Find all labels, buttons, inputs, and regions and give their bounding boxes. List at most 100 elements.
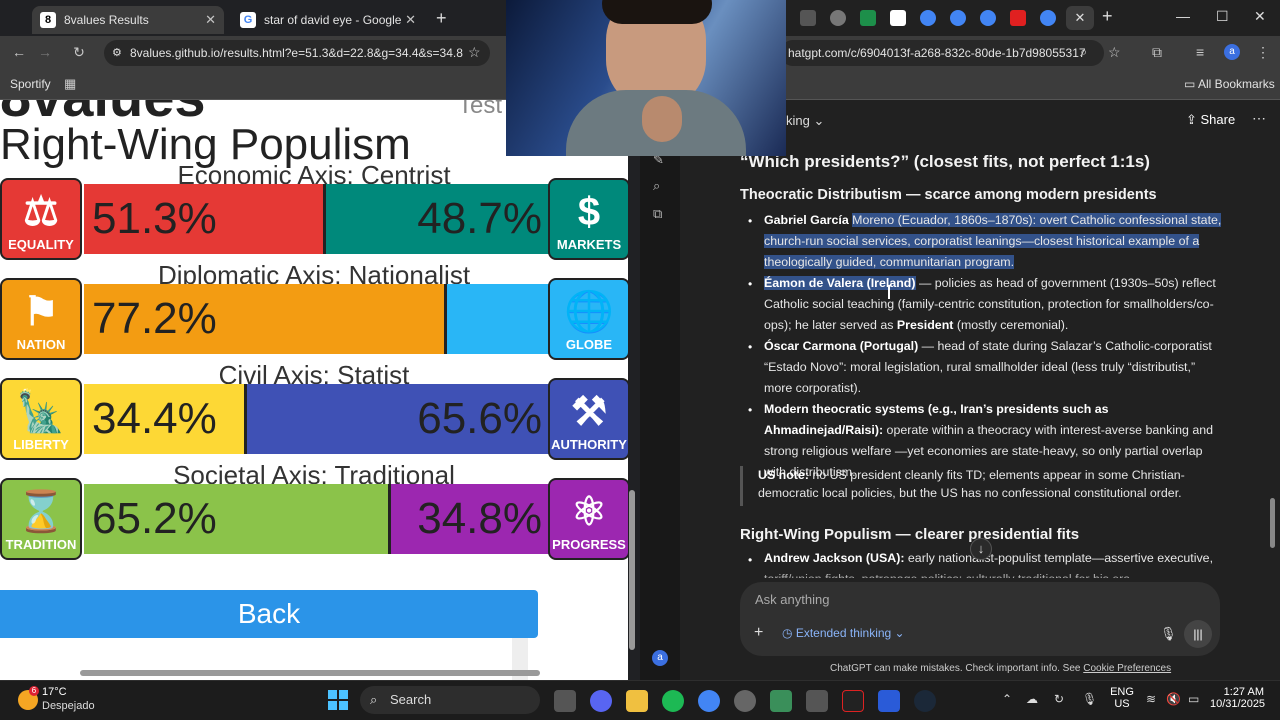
more-options-icon[interactable]: ⋯ <box>1252 110 1266 127</box>
model-selector[interactable]: king ⌄ <box>786 113 824 129</box>
tab-google-search[interactable]: G star of david eye - Google Sear ✕ <box>232 6 424 34</box>
steam-icon[interactable] <box>914 690 936 712</box>
discord-icon[interactable] <box>590 690 612 712</box>
axis-glyph-icon: ⚒ <box>571 390 607 434</box>
back-button[interactable]: Back <box>0 590 538 638</box>
plus-icon[interactable]: + <box>754 624 763 642</box>
tab-icon[interactable] <box>1040 10 1056 26</box>
bullet: • <box>748 214 753 228</box>
wifi-icon[interactable]: ≋ <box>1146 692 1156 706</box>
chevron-up-icon[interactable]: ⌃ <box>1002 692 1012 706</box>
url-bar[interactable]: ⚙ 8values.github.io/results.html?e=51.3&… <box>104 40 490 66</box>
profile-avatar[interactable]: a <box>1224 44 1240 60</box>
close-tab-icon[interactable]: ✕ <box>1066 6 1094 30</box>
axis-right-bar: 65.6% <box>244 384 550 454</box>
left-percent: 65.2% <box>92 494 217 543</box>
user-avatar[interactable]: a <box>652 650 668 666</box>
bullet: • <box>748 340 753 354</box>
time: 1:27 AM <box>1223 686 1264 698</box>
close-icon[interactable]: ✕ <box>405 12 416 28</box>
minimize-icon[interactable]: — <box>1176 8 1190 24</box>
cloud-icon[interactable]: ☁ <box>1026 692 1038 706</box>
all-bookmarks[interactable]: ▭ All Bookmarks <box>1184 77 1275 91</box>
search-icon[interactable]: ⌕ <box>1080 44 1087 60</box>
clock[interactable]: 1:27 AM 10/31/2025 <box>1210 686 1265 710</box>
bookmark-sportify[interactable]: Sportify <box>10 77 51 91</box>
maximize-icon[interactable]: ☐ <box>1216 8 1229 25</box>
section-heading-populism: Right-Wing Populism — clearer presidenti… <box>740 526 1080 543</box>
url-bar[interactable]: hatgpt.com/c/6904013f-a268-832c-80de-1b7… <box>780 40 1104 66</box>
icon-label: AUTHORITY <box>551 437 627 452</box>
markets-icon: $ MARKETS <box>548 178 628 260</box>
windows-start-icon[interactable] <box>328 690 348 710</box>
window-close-icon[interactable]: ✕ <box>1254 8 1266 25</box>
sync-icon[interactable]: ↻ <box>1054 692 1064 706</box>
new-tab-icon[interactable]: + <box>436 8 447 29</box>
8values-results-page: 8values Test Right-Wing Populism Economi… <box>0 100 628 680</box>
library-icon[interactable]: ⧉ <box>653 206 662 222</box>
prompt-box[interactable]: Ask anything + ◷ Extended thinking ⌄ 🎙 |… <box>740 582 1220 656</box>
right-percent: 48.7% <box>417 194 542 243</box>
voice-mode-icon[interactable]: ||| <box>1184 620 1212 648</box>
microphone-icon[interactable]: 🎙 <box>1082 692 1097 706</box>
tab-icon[interactable] <box>800 10 816 26</box>
icon-label: PROGRESS <box>552 537 626 552</box>
spotify-icon[interactable] <box>662 690 684 712</box>
left-percent: 77.2% <box>92 294 217 343</box>
menu-dots-icon[interactable]: ⋮ <box>1256 44 1270 61</box>
close-icon[interactable]: ✕ <box>205 12 216 28</box>
bullet-cut: tariff/union fights, patronage politics;… <box>764 569 1224 578</box>
horizontal-scrollbar[interactable] <box>80 670 540 676</box>
axis-glyph-icon: ⚛ <box>571 490 607 534</box>
back-arrow-icon[interactable]: ← <box>10 44 28 60</box>
taskbar-search[interactable]: ⌕ Search <box>360 686 540 714</box>
new-tab-icon[interactable]: + <box>1102 6 1113 27</box>
search-icon[interactable]: ⌕ <box>653 178 660 194</box>
battery-icon[interactable]: ▭ <box>1188 692 1199 706</box>
tab-icon[interactable] <box>830 10 846 26</box>
extended-thinking-toggle[interactable]: ◷ Extended thinking ⌄ <box>782 626 905 640</box>
chrome-icon[interactable] <box>698 690 720 712</box>
test-link[interactable]: Test <box>458 100 502 120</box>
bullet-text: early nationalist-populist template—asse… <box>904 551 1214 565</box>
vertical-scrollbar[interactable] <box>629 490 635 650</box>
tab-icon[interactable] <box>980 10 996 26</box>
app-icon[interactable] <box>878 690 900 712</box>
tab-8values-results[interactable]: 8 8values Results ✕ <box>32 6 224 34</box>
left-percent: 51.3% <box>92 194 217 243</box>
star-icon[interactable]: ☆ <box>1108 44 1121 61</box>
tab-icon[interactable] <box>890 10 906 26</box>
forward-arrow-icon[interactable]: → <box>36 44 54 60</box>
section-heading-theocratic: Theocratic Distributism — scarce among m… <box>740 187 1157 203</box>
grid-apps-icon[interactable]: ▦ <box>64 76 76 92</box>
star-icon[interactable]: ☆ <box>468 44 481 61</box>
prompt-input[interactable]: Ask anything <box>755 592 829 607</box>
app-icon[interactable] <box>734 690 756 712</box>
bullet-name: Andrew Jackson (USA): <box>764 551 905 565</box>
media-icon[interactable]: ≡ <box>1196 44 1204 60</box>
tab-icon[interactable] <box>920 10 936 26</box>
language-indicator[interactable]: ENG US <box>1110 686 1134 710</box>
scroll-down-icon[interactable]: ↓ <box>970 538 992 560</box>
chat-scrollbar[interactable] <box>1270 498 1275 548</box>
cookie-link[interactable]: Cookie Preferences <box>1083 663 1171 674</box>
progress-icon: ⚛ PROGRESS <box>548 478 628 560</box>
app-icon[interactable] <box>806 690 828 712</box>
share-button[interactable]: ⇪ Share <box>1186 112 1235 128</box>
task-view-icon[interactable] <box>554 690 576 712</box>
lang-primary: ENG <box>1110 686 1134 698</box>
microphone-icon[interactable]: 🎙 <box>1160 626 1177 642</box>
app-icon[interactable] <box>770 690 792 712</box>
extensions-icon[interactable]: ⧉ <box>1152 44 1162 61</box>
file-explorer-icon[interactable] <box>626 690 648 712</box>
bullet: • <box>748 277 753 291</box>
obs-icon[interactable] <box>842 690 864 712</box>
site-info-icon[interactable]: ⚙ <box>112 40 122 66</box>
tab-strip-icons <box>800 10 1056 26</box>
tab-icon[interactable] <box>860 10 876 26</box>
youtube-icon[interactable] <box>1010 10 1026 26</box>
reload-icon[interactable]: ↻ <box>70 44 88 61</box>
volume-icon[interactable]: 🔇 <box>1166 692 1181 706</box>
search-label: Search <box>390 692 432 707</box>
tab-icon[interactable] <box>950 10 966 26</box>
